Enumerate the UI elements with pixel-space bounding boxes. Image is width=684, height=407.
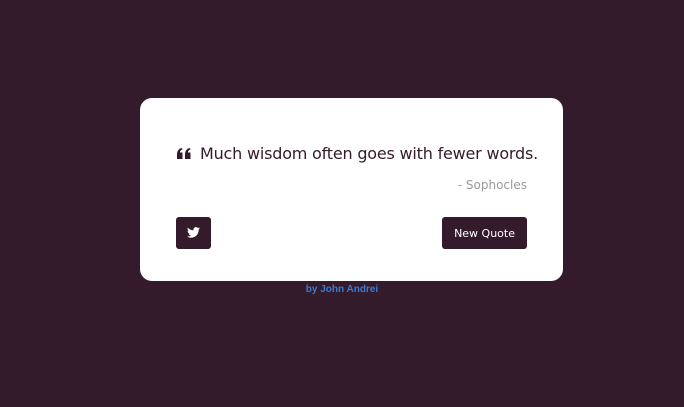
quote-author: - Sophocles (457, 178, 527, 192)
quote-text: Much wisdom often goes with fewer words. (200, 144, 539, 163)
tweet-button[interactable] (176, 217, 211, 249)
new-quote-button[interactable]: New Quote (442, 217, 527, 249)
quote-left-icon (176, 146, 192, 162)
twitter-icon (187, 226, 200, 241)
author-credit-link[interactable]: by John Andrei (0, 284, 684, 295)
quote-card: Much wisdom often goes with fewer words.… (140, 98, 563, 281)
quote-row: Much wisdom often goes with fewer words. (176, 144, 538, 163)
